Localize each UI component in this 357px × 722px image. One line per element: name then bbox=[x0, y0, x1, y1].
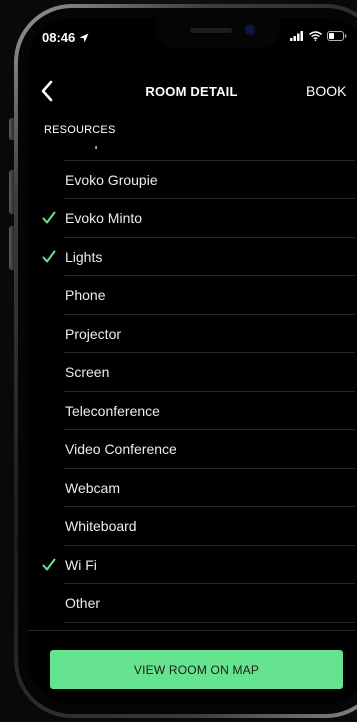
resource-row[interactable]: Screen bbox=[28, 353, 355, 392]
resource-row[interactable]: Evoko Groupie bbox=[28, 161, 355, 200]
resource-label: Wi Fi bbox=[65, 556, 97, 573]
resource-row[interactable]: Computer bbox=[28, 146, 355, 161]
resource-row[interactable]: Other bbox=[28, 584, 355, 623]
checkmark-icon bbox=[42, 558, 56, 570]
resource-row[interactable]: Lights bbox=[28, 238, 355, 277]
cellular-signal-icon bbox=[290, 31, 303, 41]
resource-label: Phone bbox=[65, 287, 106, 303]
resource-row[interactable]: Evoko Minto bbox=[28, 199, 355, 238]
battery-icon bbox=[327, 31, 347, 41]
book-button[interactable]: BOOK bbox=[306, 83, 346, 99]
resources-list-content: Computer Evoko Groupie Evoko Minto Lights Ph… bbox=[28, 146, 355, 623]
status-time-group: 08:46 bbox=[42, 30, 89, 45]
checkmark-icon bbox=[42, 250, 56, 262]
resource-label: Other bbox=[65, 595, 101, 611]
resources-section-header: RESOURCES bbox=[44, 124, 116, 136]
device-stage: 08:46 ROOM DETAIL BOOK RESOURCES Evoko G… bbox=[0, 0, 357, 722]
checkmark-icon bbox=[42, 211, 56, 224]
resource-label: Whiteboard bbox=[65, 518, 137, 534]
resource-label: Webcam bbox=[65, 479, 120, 496]
resource-row[interactable]: Video Conference bbox=[28, 430, 355, 469]
resource-label: Projector bbox=[65, 325, 122, 342]
wifi-icon bbox=[309, 31, 322, 41]
resource-label: Screen bbox=[65, 364, 110, 380]
status-icons bbox=[290, 31, 347, 41]
resource-row[interactable]: Teleconference bbox=[28, 392, 355, 431]
list-bottom-divider bbox=[28, 630, 355, 631]
resource-row[interactable]: Webcam bbox=[28, 469, 355, 508]
status-time: 08:46 bbox=[42, 30, 76, 45]
resource-label: Evoko Groupie bbox=[65, 171, 158, 188]
view-room-on-map-button[interactable]: VIEW ROOM ON MAP bbox=[50, 650, 343, 689]
status-bar: 08:46 bbox=[28, 18, 357, 58]
resource-row[interactable]: Whiteboard bbox=[28, 507, 355, 546]
phone-bezel: 08:46 ROOM DETAIL BOOK RESOURCES Evoko G… bbox=[18, 8, 357, 714]
resource-row[interactable]: Projector bbox=[28, 315, 355, 354]
app-screen: 08:46 ROOM DETAIL BOOK RESOURCES Evoko G… bbox=[28, 18, 357, 704]
resource-label: Video Conference bbox=[65, 441, 177, 457]
resource-label: Computer bbox=[65, 146, 126, 149]
resource-label: Teleconference bbox=[65, 402, 160, 419]
resource-row[interactable]: Phone bbox=[28, 276, 355, 315]
resource-label: Lights bbox=[65, 248, 103, 265]
location-arrow-icon bbox=[79, 33, 89, 42]
resource-row[interactable]: Wi Fi bbox=[28, 546, 355, 585]
resource-label: Evoko Minto bbox=[65, 210, 143, 226]
resources-list[interactable]: Computer Evoko Groupie Evoko Minto Lights Ph… bbox=[28, 146, 355, 630]
navigation-bar: ROOM DETAIL BOOK bbox=[28, 78, 355, 108]
phone-frame: 08:46 ROOM DETAIL BOOK RESOURCES Evoko G… bbox=[14, 4, 357, 718]
